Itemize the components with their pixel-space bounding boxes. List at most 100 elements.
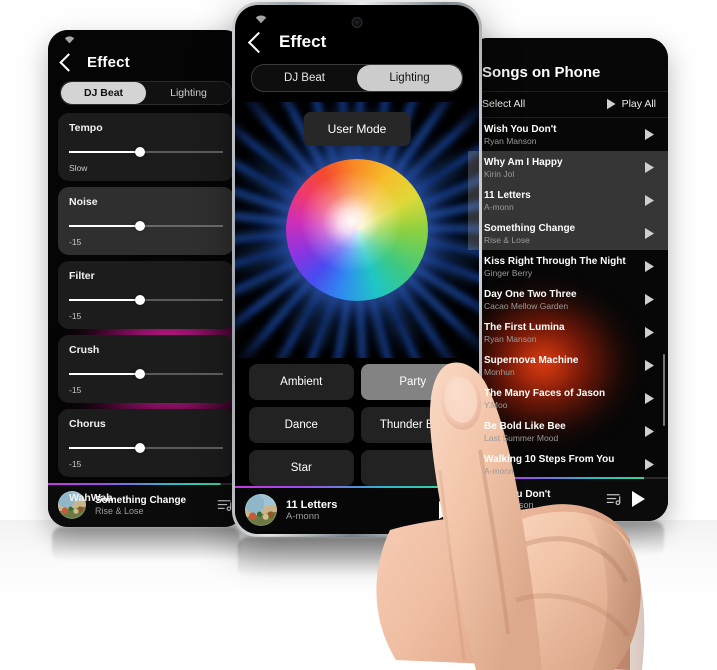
play-outline-icon[interactable]: [645, 459, 654, 470]
effect-slider[interactable]: [69, 221, 223, 231]
song-title: Day One Two Three: [484, 288, 577, 300]
user-mode-button[interactable]: User Mode: [303, 112, 411, 146]
page-title: Effect: [279, 32, 327, 51]
song-row[interactable]: The First Lumina Ryan Manson: [468, 316, 668, 349]
back-chevron-icon[interactable]: [247, 31, 270, 53]
color-wheel-picker[interactable]: [286, 159, 428, 301]
slider-fill: [69, 299, 140, 301]
now-playing-artist: Rise & Lose: [95, 505, 144, 516]
slider-fill: [69, 151, 140, 153]
song-artist: Last Summer Mood: [484, 432, 559, 443]
left-status-bar: [48, 30, 244, 48]
mode-button-thunder-bolt[interactable]: Thunder Bolt: [360, 407, 465, 443]
effect-card-filter[interactable]: Filter -15: [58, 261, 234, 329]
right-phone-screen: Songs on Phone Select All Play All Wish …: [468, 38, 668, 521]
scene-stage: Effect DJ Beat Lighting Tempo Slow Noise…: [0, 0, 717, 670]
song-artist: A-monn: [484, 465, 514, 476]
tab-lighting[interactable]: Lighting: [146, 82, 231, 104]
mode-button-empty[interactable]: [360, 450, 465, 486]
play-outline-icon: [607, 99, 616, 110]
mode-button-dance[interactable]: Dance: [249, 407, 354, 443]
song-artist: Cacao Mellow Garden: [484, 300, 569, 311]
now-playing-artist: Ryan Manson: [478, 499, 534, 510]
song-title: The Many Faces of Jason: [484, 387, 606, 399]
song-artist: Rise & Lose: [484, 234, 530, 245]
effect-value: -15: [69, 385, 82, 395]
left-phone: Effect DJ Beat Lighting Tempo Slow Noise…: [48, 30, 244, 527]
album-art-thumbnail: [245, 494, 277, 526]
effect-name: Chorus: [69, 418, 106, 430]
lighting-preview-stage: User Mode: [235, 102, 479, 358]
playback-progress-bar[interactable]: [48, 483, 244, 485]
play-icon[interactable]: [632, 491, 658, 507]
song-row[interactable]: Why Am I Happy Kirin Jol: [468, 151, 668, 184]
now-playing-title: Wish You Don't: [478, 488, 551, 500]
play-outline-icon[interactable]: [645, 162, 654, 173]
slider-fill: [69, 373, 140, 375]
song-row[interactable]: Supernova Machine Monhun: [468, 349, 668, 382]
effect-card-crush[interactable]: Crush -15: [58, 335, 234, 403]
song-artist: Y.Moo: [484, 399, 508, 410]
mode-button-party[interactable]: Party: [360, 364, 465, 400]
song-row[interactable]: Kiss Right Through The Night Ginger Berr…: [468, 250, 668, 283]
tab-lighting[interactable]: Lighting: [357, 65, 462, 91]
song-row[interactable]: Walking 10 Steps From You A-monn: [468, 448, 668, 481]
effect-slider[interactable]: [69, 147, 223, 157]
play-outline-icon[interactable]: [645, 129, 654, 140]
floor-surface: [0, 520, 717, 668]
song-row[interactable]: Day One Two Three Cacao Mellow Garden: [468, 283, 668, 316]
back-chevron-icon[interactable]: [59, 53, 78, 72]
song-row[interactable]: Wish You Don't Ryan Manson: [468, 118, 668, 151]
playback-progress-bar[interactable]: [235, 486, 479, 488]
song-artist: Monhun: [484, 366, 515, 377]
slider-knob[interactable]: [134, 295, 145, 305]
song-title: Kiss Right Through The Night: [484, 255, 626, 267]
queue-list-icon[interactable]: [606, 492, 623, 506]
play-outline-icon[interactable]: [645, 261, 654, 272]
song-list: Wish You Don't Ryan Manson Why Am I Happ…: [468, 118, 668, 481]
right-mini-player: Wish You Don't Ryan Manson: [468, 477, 668, 521]
center-phone-screen: Effect DJ Beat Lighting User Mode Ambien…: [235, 5, 479, 534]
list-scrollbar[interactable]: [663, 354, 665, 426]
effect-slider[interactable]: [69, 369, 223, 379]
effect-card-tempo[interactable]: Tempo Slow: [58, 113, 234, 181]
effect-card-noise[interactable]: Noise -15: [58, 187, 234, 255]
effect-slider[interactable]: [69, 295, 223, 305]
play-icon[interactable]: [439, 501, 469, 519]
play-outline-icon[interactable]: [645, 294, 654, 305]
tab-dj-beat[interactable]: DJ Beat: [61, 82, 146, 104]
mode-button-star[interactable]: Star: [249, 450, 354, 486]
mode-button-ambient[interactable]: Ambient: [249, 364, 354, 400]
song-title: Supernova Machine: [484, 354, 579, 366]
effect-slider[interactable]: [69, 443, 223, 453]
slider-knob[interactable]: [134, 221, 145, 231]
song-row[interactable]: The Many Faces of Jason Y.Moo: [468, 382, 668, 415]
slider-knob[interactable]: [134, 147, 145, 157]
slider-knob[interactable]: [134, 443, 145, 453]
song-title: The First Lumina: [484, 321, 565, 333]
play-outline-icon[interactable]: [645, 360, 654, 371]
song-row[interactable]: Something Change Rise & Lose: [468, 217, 668, 250]
effect-name: Noise: [69, 196, 98, 208]
effect-value: -15: [69, 311, 82, 321]
play-all-button[interactable]: Play All: [607, 98, 656, 110]
effect-card-chorus[interactable]: Chorus -15: [58, 409, 234, 477]
song-row[interactable]: Be Bold Like Bee Last Summer Mood: [468, 415, 668, 448]
slider-knob[interactable]: [134, 369, 145, 379]
select-all-button[interactable]: Select All: [482, 98, 525, 110]
play-outline-icon[interactable]: [645, 426, 654, 437]
song-title: Why Am I Happy: [484, 156, 563, 168]
right-phone: Songs on Phone Select All Play All Wish …: [468, 38, 668, 521]
song-artist: Ryan Manson: [484, 333, 537, 344]
song-title: Walking 10 Steps From You: [484, 453, 615, 465]
song-title: Be Bold Like Bee: [484, 420, 566, 432]
play-outline-icon[interactable]: [645, 393, 654, 404]
play-outline-icon[interactable]: [645, 228, 654, 239]
center-header: Effect: [235, 31, 479, 64]
tab-dj-beat[interactable]: DJ Beat: [252, 65, 357, 91]
play-outline-icon[interactable]: [645, 195, 654, 206]
song-title: 11 Letters: [484, 189, 531, 201]
song-row[interactable]: 11 Letters A-monn: [468, 184, 668, 217]
play-outline-icon[interactable]: [645, 327, 654, 338]
page-title: Effect: [87, 54, 130, 71]
